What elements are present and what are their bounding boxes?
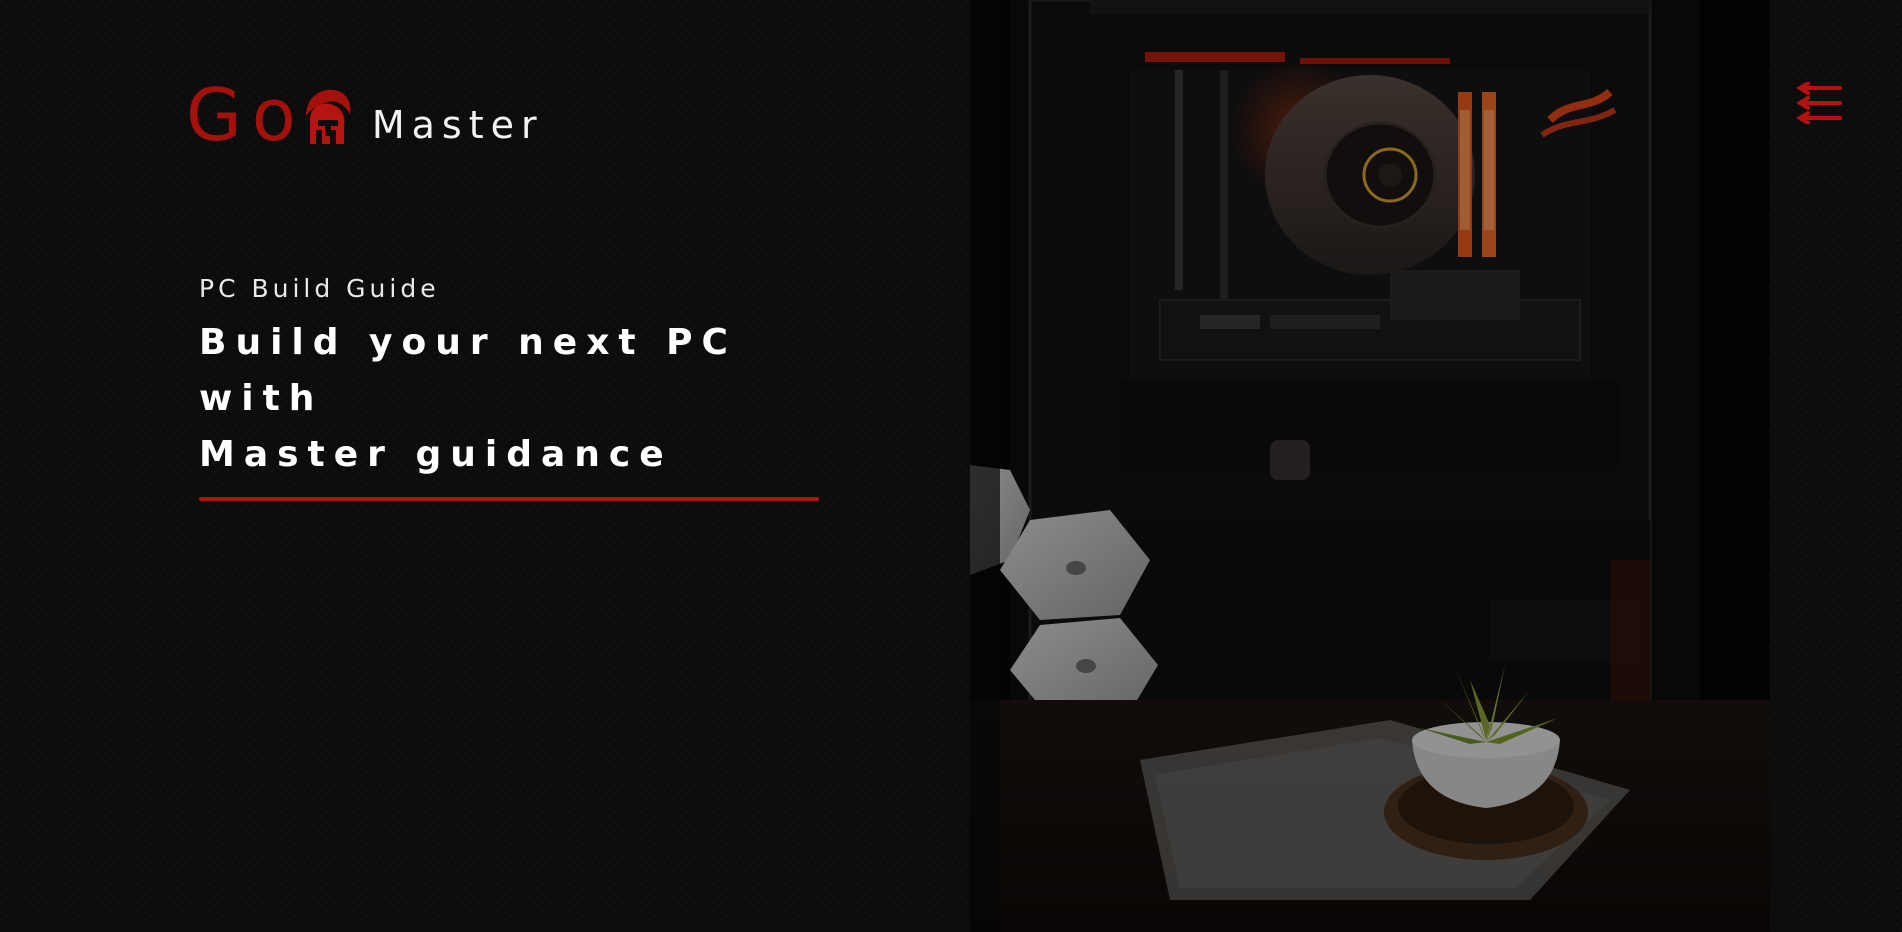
hamburger-arrow-menu-icon [1796, 81, 1842, 125]
spartan-helmet-icon [305, 89, 351, 144]
hero-title-line1: Build your next PC with [199, 322, 737, 419]
pc-build-photo [970, 0, 1770, 932]
hero-title: Build your next PC with Master guidance [199, 315, 839, 483]
landing-page: Go Master PC Build Guide Build your next… [0, 0, 1902, 932]
hero-kicker: PC Build Guide [199, 274, 440, 303]
menu-button[interactable] [1796, 81, 1842, 125]
hero-underline [199, 497, 819, 501]
brand-go-text: Go [186, 73, 306, 157]
brand-logo[interactable]: Go Master [186, 73, 544, 157]
hero-title-line2: Master guidance [199, 434, 673, 475]
brand-master-text: Master [371, 103, 544, 147]
pc-build-illustration [970, 0, 1770, 932]
hero-section: PC Build Guide Build your next PC with M… [199, 274, 839, 501]
